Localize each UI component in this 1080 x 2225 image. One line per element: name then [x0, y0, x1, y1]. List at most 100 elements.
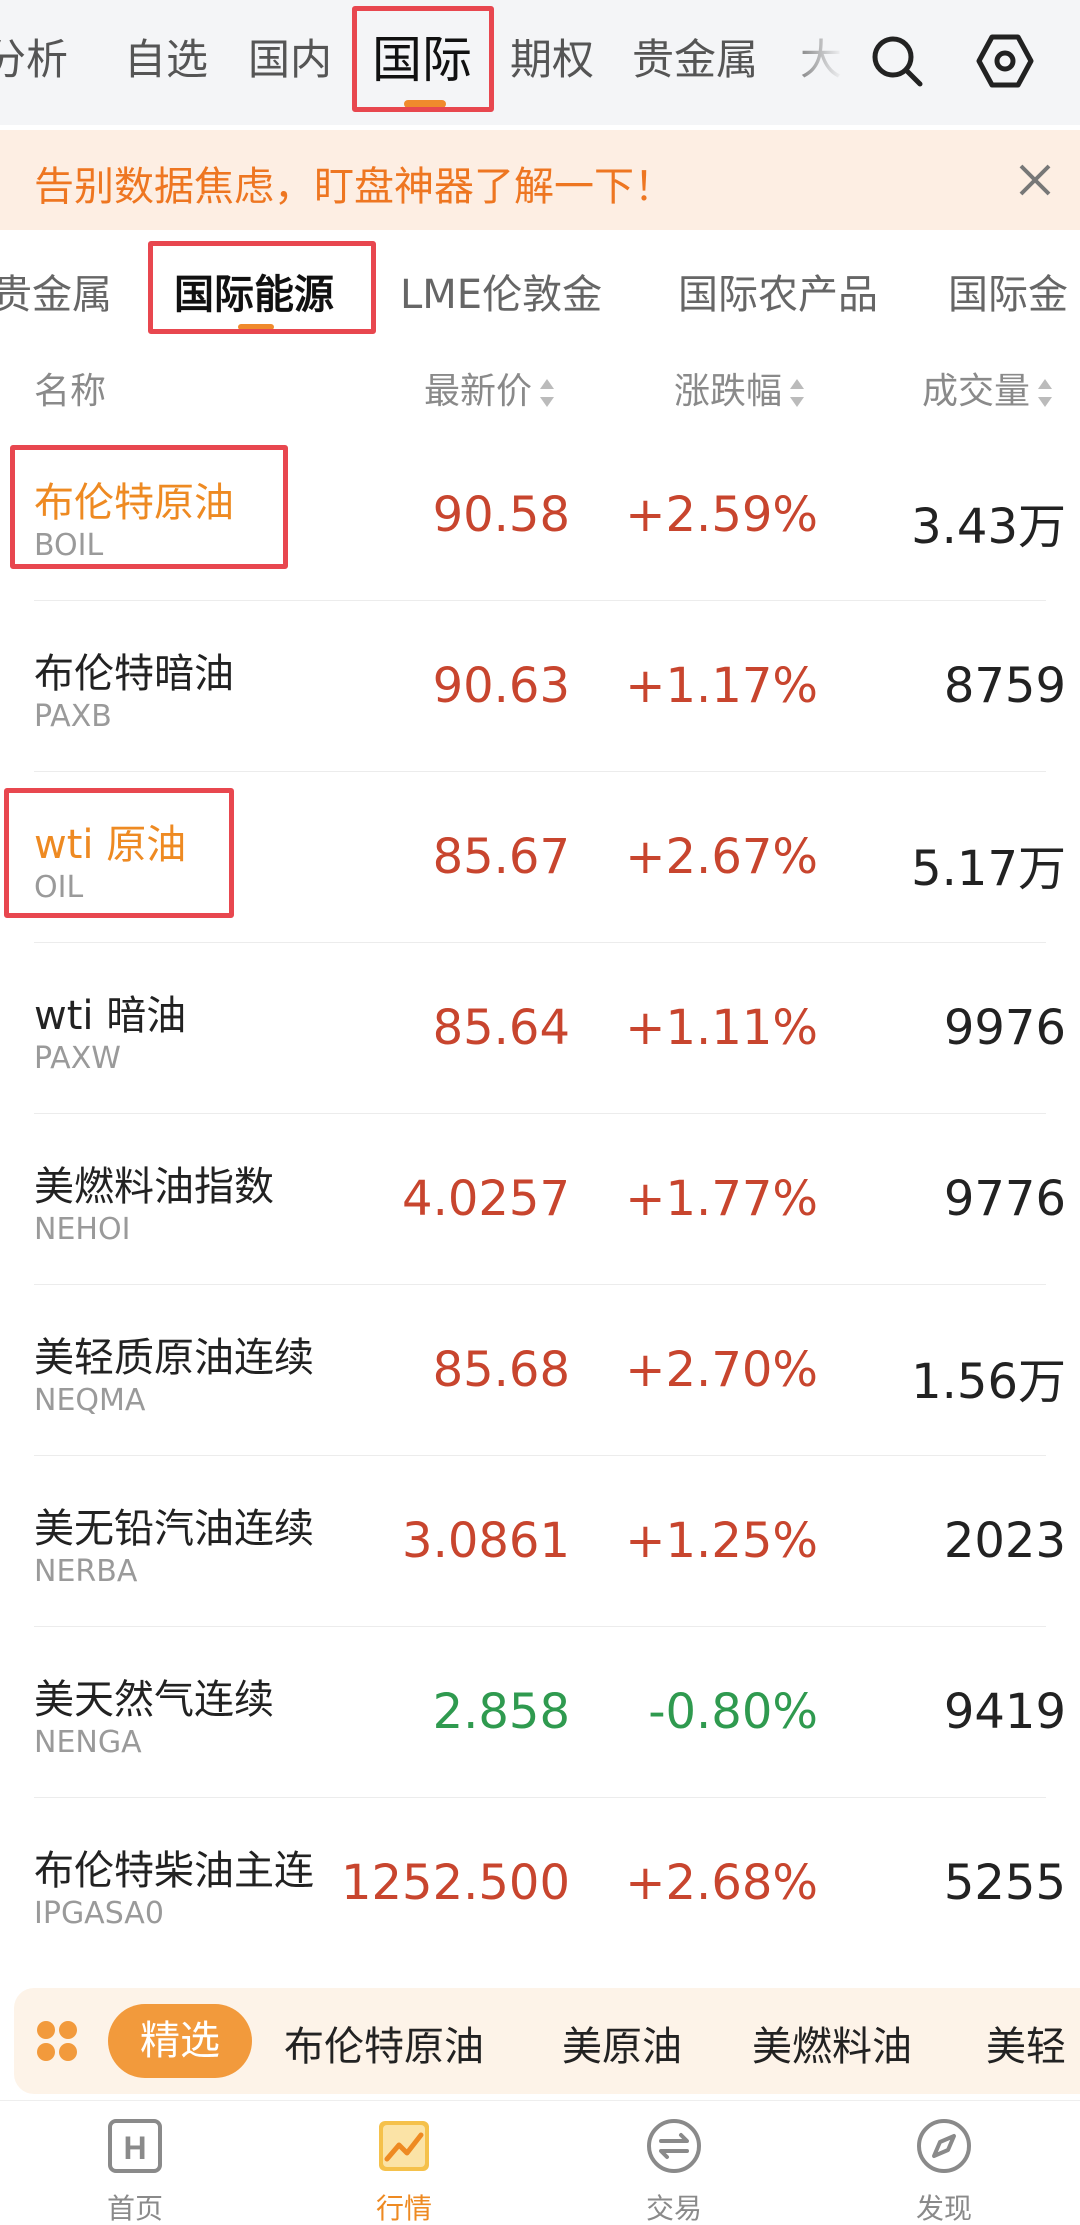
row-name: 美天然气连续 — [34, 1677, 274, 1723]
row-name: 美无铅汽油连续 — [34, 1506, 314, 1552]
row-price: 85.68 — [432, 1342, 570, 1398]
chip-featured[interactable]: 精选 — [108, 2004, 252, 2078]
header-change-sort[interactable]: 涨跌幅 — [674, 362, 806, 414]
row-change: +2.68% — [625, 1855, 818, 1911]
quick-item[interactable]: 美轻 — [986, 2014, 1066, 2072]
row-name: 美燃料油指数 — [34, 1164, 274, 1210]
quote-row[interactable]: 布伦特原油 BOIL 90.58 +2.59% 3.43万 — [0, 430, 1080, 601]
sub-tabs: 贵金属 国际能源 LME伦敦金 国际农产品 国际金 — [0, 238, 1080, 338]
row-code: NENGA — [34, 1725, 142, 1760]
row-volume: 3.43万 — [911, 499, 1066, 555]
row-change: +1.77% — [625, 1171, 818, 1227]
header-volume-sort[interactable]: 成交量 — [922, 362, 1054, 414]
subtab-intl-energy[interactable]: 国际能源 — [174, 262, 334, 320]
sort-icon — [790, 379, 805, 407]
row-change: +2.59% — [625, 487, 818, 543]
subtab-intl-agri[interactable]: 国际农产品 — [678, 262, 878, 320]
row-volume: 5255 — [943, 1855, 1066, 1911]
close-icon[interactable] — [1010, 155, 1060, 205]
row-change: -0.80% — [648, 1684, 818, 1740]
quote-row[interactable]: wti 原油 OIL 85.67 +2.67% 5.17万 — [0, 772, 1080, 943]
row-price: 2.858 — [432, 1684, 570, 1740]
search-icon[interactable] — [862, 26, 932, 96]
quick-item[interactable]: 美燃料油 — [752, 2014, 912, 2072]
row-name: 布伦特原油 — [34, 480, 234, 526]
nav-discover[interactable]: 发现 — [884, 2115, 1004, 2225]
subtab-precious-metals[interactable]: 贵金属 — [0, 262, 112, 320]
top-tab-options[interactable]: 期权 — [510, 24, 594, 96]
row-price: 1252.500 — [340, 1855, 570, 1911]
row-code: PAXB — [34, 699, 112, 734]
row-code: NERBA — [34, 1554, 138, 1589]
home-h-icon: H — [108, 2119, 162, 2173]
grid-menu-icon[interactable] — [34, 2018, 80, 2064]
row-name: 美轻质原油连续 — [34, 1335, 314, 1381]
subtab-indicator — [238, 324, 274, 330]
quick-item[interactable]: 布伦特原油 — [284, 2014, 484, 2072]
row-change: +2.67% — [625, 829, 818, 885]
row-volume: 9776 — [943, 1171, 1066, 1227]
top-tab-international[interactable]: 国际 — [372, 24, 472, 96]
nav-market[interactable]: 行情 — [344, 2115, 464, 2225]
nav-label: 发现 — [915, 2192, 972, 2225]
row-code: IPGASA0 — [34, 1896, 164, 1931]
row-name: 布伦特柴油主连 — [34, 1848, 314, 1894]
tab-fade — [780, 0, 870, 125]
nav-home[interactable]: H 首页 — [75, 2115, 195, 2225]
quick-bar: 精选 布伦特原油 美原油 美燃料油 美轻 — [14, 1988, 1080, 2094]
row-code: NEHOI — [34, 1212, 131, 1247]
active-tab-indicator — [404, 100, 446, 108]
bottom-nav: H 首页 行情 交易 发现 — [0, 2100, 1080, 2225]
top-tab-watchlist[interactable]: 自选 — [124, 24, 208, 96]
row-price: 85.64 — [432, 1000, 570, 1056]
trade-exchange-icon — [647, 2119, 701, 2173]
row-change: +2.70% — [625, 1342, 818, 1398]
quote-row[interactable]: 美无铅汽油连续 NERBA 3.0861 +1.25% 2023 — [0, 1456, 1080, 1627]
row-price: 85.67 — [432, 829, 570, 885]
nav-label: 行情 — [375, 2192, 432, 2225]
row-volume: 5.17万 — [911, 841, 1066, 897]
quote-row[interactable]: 布伦特柴油主连 IPGASA0 1252.500 +2.68% 5255 — [0, 1798, 1080, 1969]
top-tab-domestic[interactable]: 国内 — [248, 24, 332, 96]
row-name: 布伦特暗油 — [34, 651, 234, 697]
sort-icon — [1038, 379, 1053, 407]
settings-gear-icon[interactable] — [970, 26, 1040, 96]
table-header: 名称 最新价 涨跌幅 成交量 — [0, 340, 1080, 430]
quote-row[interactable]: 布伦特暗油 PAXB 90.63 +1.17% 8759 — [0, 601, 1080, 772]
quote-row[interactable]: 美燃料油指数 NEHOI 4.0257 +1.77% 9776 — [0, 1114, 1080, 1285]
svg-text:H: H — [123, 2130, 146, 2166]
row-code: BOIL — [34, 528, 104, 563]
row-volume: 2023 — [943, 1513, 1066, 1569]
row-name: wti 暗油 — [34, 993, 187, 1039]
nav-label: 交易 — [645, 2192, 702, 2225]
top-nav: 分析 自选 国内 国际 期权 贵金属 大 — [0, 0, 1080, 125]
quick-item[interactable]: 美原油 — [562, 2014, 682, 2072]
quote-row[interactable]: 美轻质原油连续 NEQMA 85.68 +2.70% 1.56万 — [0, 1285, 1080, 1456]
subtab-lme[interactable]: LME伦敦金 — [400, 262, 602, 320]
row-price: 3.0861 — [402, 1513, 570, 1569]
subtab-intl-gold[interactable]: 国际金 — [948, 262, 1068, 320]
row-volume: 9976 — [943, 1000, 1066, 1056]
quote-row[interactable]: wti 暗油 PAXW 85.64 +1.11% 9976 — [0, 943, 1080, 1114]
row-volume: 1.56万 — [911, 1354, 1066, 1410]
promo-banner[interactable]: 告别数据焦虑，盯盘神器了解一下！ — [0, 130, 1080, 230]
top-tab-analysis[interactable]: 分析 — [0, 24, 98, 96]
row-price: 90.58 — [432, 487, 570, 543]
row-change: +1.25% — [625, 1513, 818, 1569]
market-chart-icon — [379, 2121, 429, 2171]
sort-icon — [540, 379, 555, 407]
row-code: PAXW — [34, 1041, 121, 1076]
nav-trade[interactable]: 交易 — [614, 2115, 734, 2225]
row-price: 4.0257 — [402, 1171, 570, 1227]
row-code: OIL — [34, 870, 84, 905]
row-code: NEQMA — [34, 1383, 146, 1418]
row-price: 90.63 — [432, 658, 570, 714]
discover-compass-icon — [917, 2119, 971, 2173]
header-price-sort[interactable]: 最新价 — [424, 362, 556, 414]
row-change: +1.11% — [625, 1000, 818, 1056]
top-tab-precious-metals[interactable]: 贵金属 — [632, 24, 758, 96]
quote-row[interactable]: 美天然气连续 NENGA 2.858 -0.80% 9419 — [0, 1627, 1080, 1798]
row-name: wti 原油 — [34, 822, 187, 868]
nav-label: 首页 — [106, 2192, 163, 2225]
banner-text: 告别数据焦虑，盯盘神器了解一下！ — [34, 164, 674, 210]
